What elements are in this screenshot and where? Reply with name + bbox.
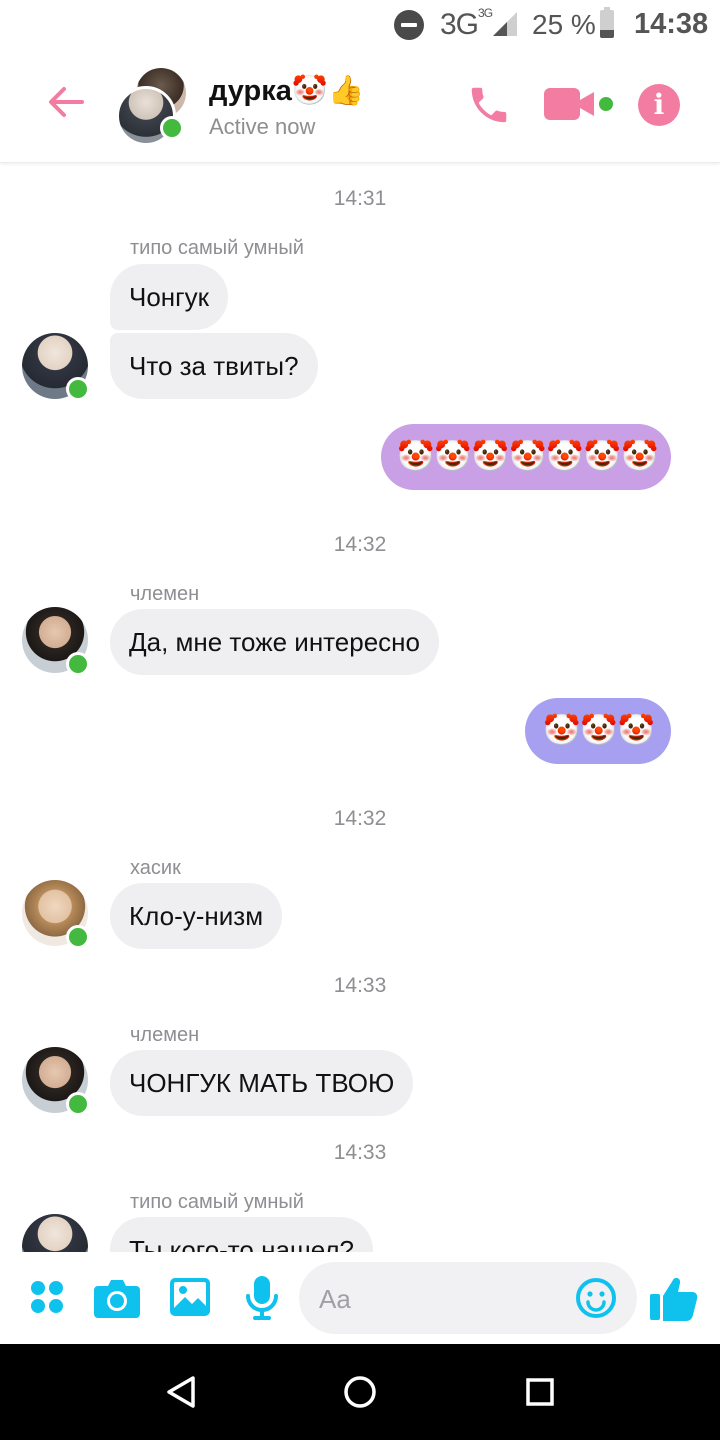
microphone-icon[interactable] — [246, 1276, 278, 1320]
sender-name: типо самый умный — [130, 1191, 304, 1213]
online-indicator — [66, 1092, 90, 1116]
timestamp: 14:32 — [333, 807, 387, 830]
more-dots-icon[interactable] — [30, 1280, 64, 1314]
dnd-icon — [394, 10, 424, 40]
message-list[interactable]: 14:31 типо самый умный Чонгук Что за тви… — [0, 163, 720, 1252]
status-bar: 3G3G 25 % 14:38 — [0, 0, 720, 52]
network-sup-label: 3G — [478, 6, 493, 20]
message-bubble[interactable]: Ты кого-то нашел? — [110, 1217, 374, 1252]
chat-status: Active now — [209, 114, 316, 139]
clock: 14:38 — [634, 8, 709, 40]
image-icon[interactable] — [170, 1278, 210, 1316]
message-bubble[interactable]: Кло-у-низм — [110, 883, 283, 949]
chat-header: дурка🤡👍 Active now i — [0, 52, 720, 163]
message-input[interactable] — [317, 1262, 571, 1336]
emoji-icon[interactable] — [575, 1277, 617, 1319]
online-indicator — [66, 377, 90, 401]
online-indicator — [66, 652, 90, 676]
video-camera-icon[interactable] — [544, 86, 614, 122]
timestamp: 14:32 — [333, 533, 387, 556]
nav-back-icon[interactable] — [164, 1374, 200, 1410]
system-nav-bar — [0, 1344, 720, 1440]
phone-icon[interactable] — [466, 82, 512, 128]
back-arrow-icon[interactable] — [44, 80, 88, 124]
nav-home-icon[interactable] — [343, 1375, 377, 1409]
sender-name: члемен — [130, 583, 200, 605]
timestamp: 14:33 — [333, 1141, 387, 1164]
thumbs-up-icon[interactable] — [648, 1274, 698, 1322]
outgoing-message[interactable]: 🤡🤡🤡 — [525, 698, 671, 764]
battery-percent: 25 % — [532, 9, 596, 40]
message-bubble[interactable]: Да, мне тоже интересно — [110, 609, 439, 675]
signal-level — [493, 22, 507, 36]
sender-name: хасик — [130, 857, 181, 879]
sender-name: типо самый умный — [130, 237, 304, 259]
network-type: 3G3G — [440, 6, 493, 42]
message-bubble[interactable]: ЧОНГУК МАТЬ ТВОЮ — [110, 1050, 414, 1116]
avatar[interactable] — [22, 1214, 88, 1252]
info-icon[interactable]: i — [638, 84, 680, 126]
timestamp: 14:33 — [333, 974, 387, 997]
message-input-container[interactable] — [299, 1262, 637, 1336]
online-indicator — [160, 116, 184, 140]
online-indicator — [66, 925, 90, 949]
composer-bar — [0, 1252, 720, 1344]
message-bubble[interactable]: Что за твиты? — [110, 333, 318, 399]
camera-icon[interactable] — [94, 1278, 140, 1318]
network-label: 3G — [440, 8, 479, 41]
sender-name: члемен — [130, 1024, 200, 1046]
nav-recents-icon[interactable] — [525, 1377, 555, 1407]
timestamp: 14:31 — [333, 187, 387, 210]
battery-level — [600, 30, 614, 38]
message-bubble[interactable]: Чонгук — [110, 264, 229, 330]
outgoing-message[interactable]: 🤡🤡🤡🤡🤡🤡🤡 — [381, 424, 671, 490]
chat-title[interactable]: дурка🤡👍 — [209, 74, 364, 108]
